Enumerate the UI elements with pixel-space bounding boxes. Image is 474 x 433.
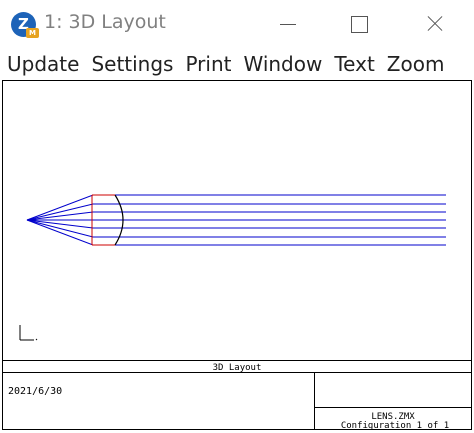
ray-3 — [26, 211, 446, 221]
layout-plot — [3, 194, 471, 429]
layout-canvas[interactable]: 3D Layout 2021/6/30 LENS.ZMX Configurati… — [2, 80, 472, 430]
title-block-configuration: Configuration 1 of 1 — [340, 421, 450, 430]
ray-bundle — [26, 194, 446, 246]
menu-text[interactable]: Text — [334, 52, 374, 76]
minimize-button[interactable] — [268, 6, 308, 42]
title-block-title: 3D Layout — [212, 363, 262, 373]
menu-zoom[interactable]: Zoom — [387, 52, 445, 76]
axis-indicator-icon — [19, 325, 38, 341]
menu-print[interactable]: Print — [185, 52, 231, 76]
close-button[interactable] — [414, 6, 454, 42]
menu-update[interactable]: Update — [7, 52, 79, 76]
ray-5 — [26, 219, 446, 229]
menu-bar: Update Settings Print Window Text Zoom — [0, 48, 474, 80]
maximize-button[interactable] — [339, 6, 379, 42]
ray-1 — [26, 194, 446, 221]
menu-settings[interactable]: Settings — [91, 52, 173, 76]
ray-7 — [26, 219, 446, 246]
title-bar: Z M 1: 3D Layout — [0, 0, 474, 48]
zemax-app-icon[interactable]: Z M — [11, 12, 39, 38]
title-block-date: 2021/6/30 — [8, 386, 63, 397]
window-title: 1: 3D Layout — [44, 11, 166, 33]
app-icon-badge: M — [26, 28, 39, 38]
menu-window[interactable]: Window — [243, 52, 322, 76]
